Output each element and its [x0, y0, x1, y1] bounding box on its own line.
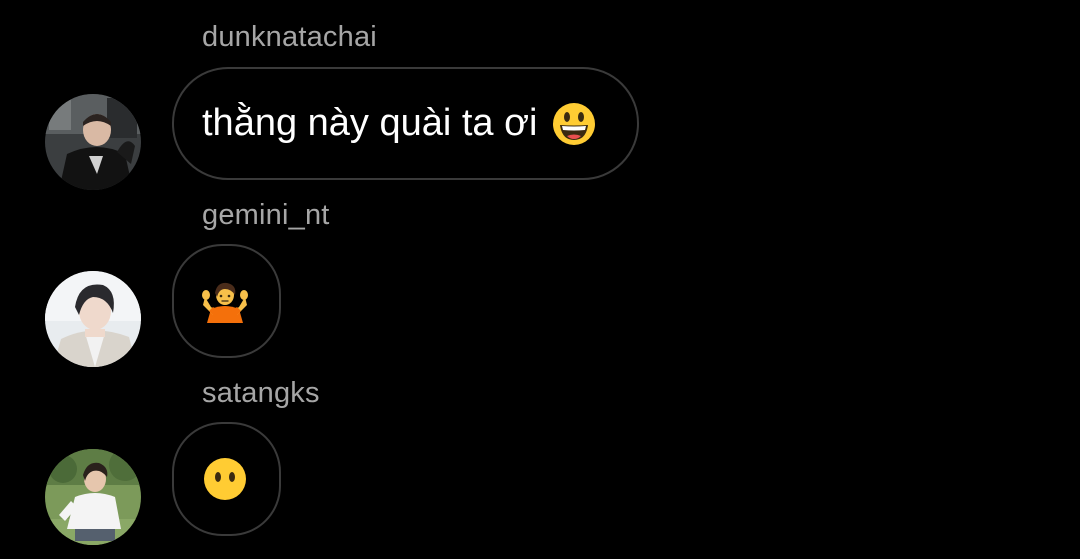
face-without-mouth-icon: [203, 457, 247, 501]
message-username[interactable]: dunknatachai: [202, 21, 377, 54]
message-bubble[interactable]: thằng này quài ta ơi: [172, 67, 639, 180]
avatar[interactable]: [45, 449, 141, 545]
grinning-face-icon: [552, 102, 596, 146]
message-text: thằng này quài ta ơi: [202, 102, 538, 144]
avatar[interactable]: [45, 271, 141, 367]
avatar-image: [45, 449, 141, 545]
person-shrugging-icon: [201, 277, 249, 325]
message-bubble[interactable]: [172, 422, 281, 536]
message-bubble[interactable]: [172, 244, 281, 358]
message-username[interactable]: satangks: [202, 377, 320, 410]
avatar-image: [45, 94, 141, 190]
avatar[interactable]: [45, 94, 141, 190]
message-username[interactable]: gemini_nt: [202, 199, 330, 232]
chat-thread: dunknatachai thằng này quài ta ơi gemini…: [0, 0, 1080, 559]
avatar-image: [45, 271, 141, 367]
